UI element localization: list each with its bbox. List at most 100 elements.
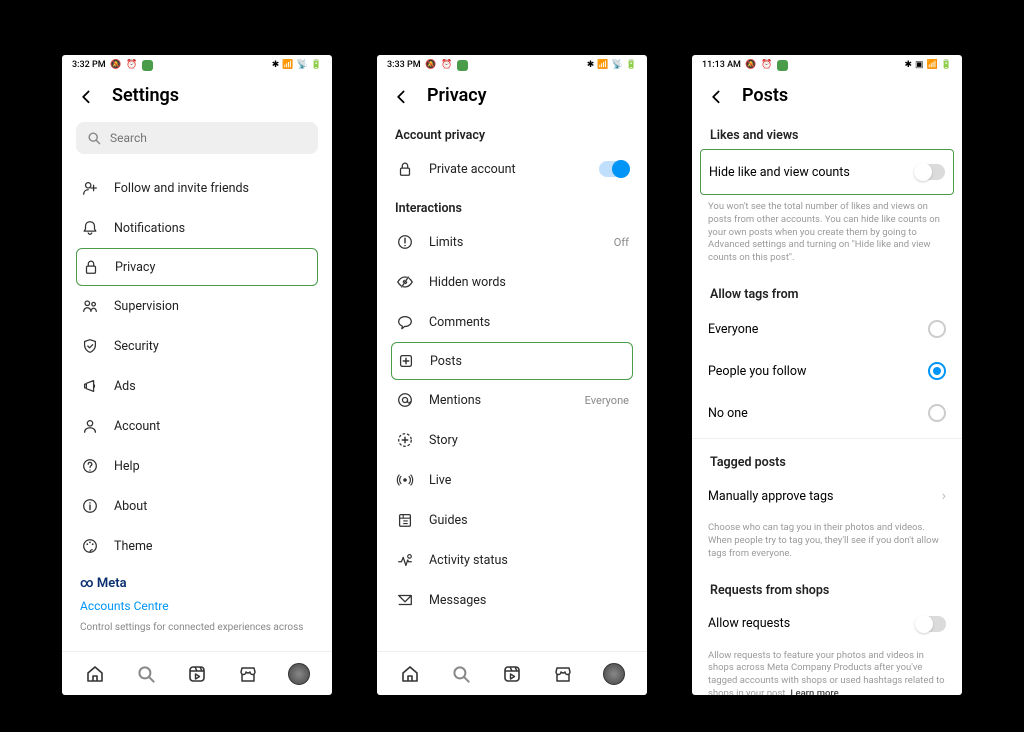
nav-reels[interactable] [501, 663, 523, 685]
menu-item-messages[interactable]: Messages [391, 580, 633, 620]
nav-shop[interactable] [237, 663, 259, 685]
header: Settings [62, 75, 332, 116]
radio-people-you-follow[interactable]: People you follow [706, 350, 948, 392]
nav-shop[interactable] [552, 663, 574, 685]
toggle[interactable] [599, 161, 629, 177]
hide-likes-highlight: Hide like and view counts [700, 149, 954, 195]
radio-everyone[interactable]: Everyone [706, 308, 948, 350]
chevron-right-icon: › [942, 488, 946, 504]
menu-item-posts[interactable]: Posts [391, 342, 633, 380]
menu-item-mentions[interactable]: MentionsEveryone [391, 380, 633, 420]
mute-icon: 🔕 [745, 59, 757, 71]
menu-item-account[interactable]: Account [76, 406, 318, 446]
learn-more-link[interactable]: Learn more [790, 688, 838, 695]
page-title: Posts [742, 85, 788, 106]
nav-profile[interactable] [603, 663, 625, 685]
guides-icon [395, 510, 415, 530]
lock-icon [395, 159, 415, 179]
wifi-icon: 📡 [297, 60, 308, 70]
nav-home[interactable] [399, 663, 421, 685]
battery-icon: 🔋 [311, 60, 322, 70]
menu-item-label: Follow and invite friends [114, 181, 249, 196]
live-icon [395, 470, 415, 490]
nav-search[interactable] [450, 663, 472, 685]
radio-button[interactable] [928, 362, 946, 380]
allow-requests-toggle[interactable] [916, 616, 946, 632]
menu-item-label: Posts [430, 354, 462, 369]
menu-item-activity-status[interactable]: Activity status [391, 540, 633, 580]
status-time: 3:33 PM [387, 60, 421, 70]
allow-requests-row[interactable]: Allow requests [706, 604, 948, 644]
bottom-nav [377, 651, 647, 695]
bottom-nav [62, 651, 332, 695]
menu-item-label: Story [429, 433, 458, 448]
menu-item-label: Help [114, 459, 140, 474]
menu-item-label: Privacy [115, 260, 155, 275]
nav-profile[interactable] [288, 663, 310, 685]
nav-reels[interactable] [186, 663, 208, 685]
mute-icon: 🔕 [110, 59, 122, 71]
alarm-icon: ⏰ [441, 59, 453, 71]
radio-label: No one [708, 406, 748, 421]
header: Posts [692, 75, 962, 116]
plus-box-icon [396, 351, 416, 371]
back-icon[interactable] [706, 87, 724, 105]
bluetooth-icon: ✱ [905, 60, 913, 70]
menu-item-label: Notifications [114, 221, 185, 236]
menu-item-limits[interactable]: LimitsOff [391, 222, 633, 262]
battery-icon: 🔋 [941, 60, 952, 70]
bell-icon [80, 218, 100, 238]
hide-like-counts-toggle[interactable] [915, 164, 945, 180]
allow-requests-label: Allow requests [708, 616, 790, 631]
search-box[interactable] [76, 122, 318, 154]
radio-button[interactable] [928, 320, 946, 338]
radio-label: Everyone [708, 322, 758, 337]
comment-icon [395, 312, 415, 332]
menu-item-supervision[interactable]: Supervision [76, 286, 318, 326]
page-title: Settings [112, 85, 179, 106]
alarm-icon: ⏰ [761, 59, 773, 71]
menu-item-live[interactable]: Live [391, 460, 633, 500]
app-indicator-icon [457, 60, 468, 71]
mute-icon: 🔕 [425, 59, 437, 71]
menu-item-about[interactable]: About [76, 486, 318, 526]
tagged-posts-help: Choose who can tag you in their photos a… [706, 516, 948, 570]
activity-icon [395, 550, 415, 570]
nav-home[interactable] [84, 663, 106, 685]
menu-item-guides[interactable]: Guides [391, 500, 633, 540]
menu-item-story[interactable]: Story [391, 420, 633, 460]
privacy-screen: 3:33 PM 🔕 ⏰ ✱ 📶 📡 🔋 Privacy Account priv… [377, 55, 647, 695]
radio-no-one[interactable]: No one [706, 392, 948, 434]
menu-item-private-account[interactable]: Private account [391, 149, 633, 189]
search-icon [86, 130, 102, 146]
menu-item-hidden-words[interactable]: Hidden words [391, 262, 633, 302]
back-icon[interactable] [391, 87, 409, 105]
statusbar: 11:13 AM 🔕 ⏰ ✱ ▣ 📶 🔋 [692, 55, 962, 75]
menu-item-label: About [114, 499, 147, 514]
hide-like-counts-row[interactable]: Hide like and view counts [707, 152, 947, 192]
section-tagged-posts: Tagged posts [706, 443, 948, 476]
back-icon[interactable] [76, 87, 94, 105]
menu-item-theme[interactable]: Theme [76, 526, 318, 566]
bluetooth-icon: ✱ [272, 60, 280, 70]
bluetooth-icon: ✱ [587, 60, 595, 70]
section-label: Interactions [391, 189, 633, 222]
menu-item-security[interactable]: Security [76, 326, 318, 366]
search-input[interactable] [110, 131, 308, 145]
menu-item-ads[interactable]: Ads [76, 366, 318, 406]
nav-search[interactable] [135, 663, 157, 685]
section-label: Account privacy [391, 116, 633, 149]
manually-approve-tags-row[interactable]: Manually approve tags › [706, 476, 948, 516]
menu-item-comments[interactable]: Comments [391, 302, 633, 342]
menu-item-help[interactable]: Help [76, 446, 318, 486]
statusbar: 3:32 PM 🔕 ⏰ ✱ 📶 📡 🔋 [62, 55, 332, 75]
menu-item-follow-and-invite-friends[interactable]: Follow and invite friends [76, 168, 318, 208]
menu-item-privacy[interactable]: Privacy [76, 248, 318, 286]
radio-button[interactable] [928, 404, 946, 422]
signal-icon: 📶 [927, 60, 938, 70]
menu-item-notifications[interactable]: Notifications [76, 208, 318, 248]
menu-item-label: Guides [429, 513, 468, 528]
menu-item-trailing: Off [614, 236, 629, 249]
section-allow-tags: Allow tags from [706, 275, 948, 308]
accounts-centre-link[interactable]: Accounts Centre [76, 591, 318, 617]
